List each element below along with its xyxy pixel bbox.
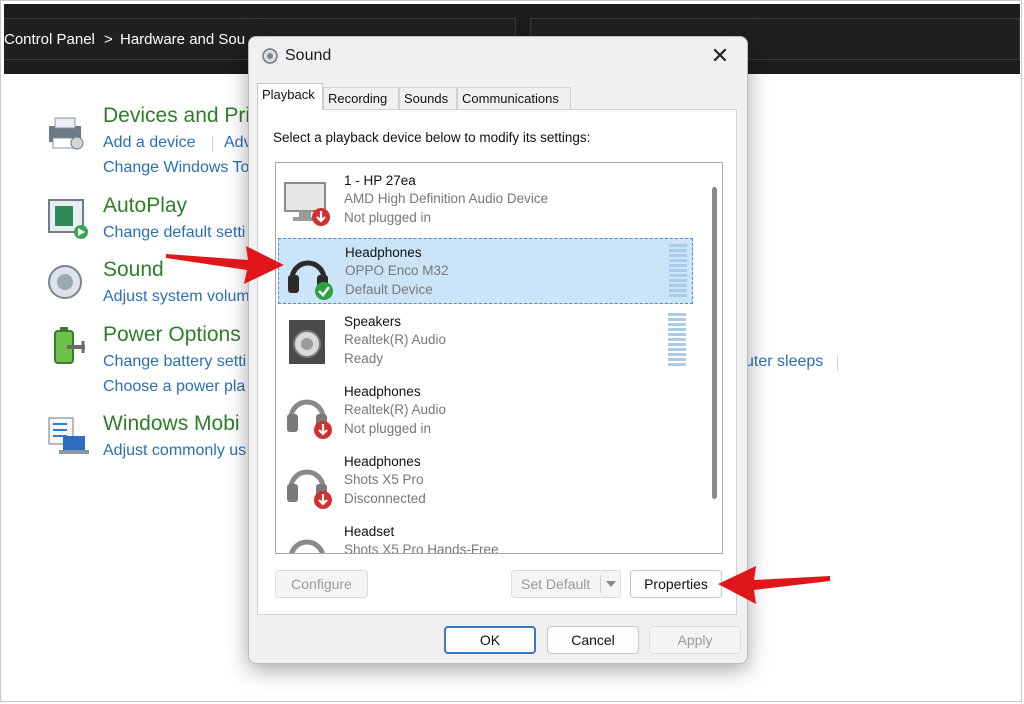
device-status: Default Device bbox=[345, 282, 433, 297]
dialog-title: Sound bbox=[285, 47, 332, 64]
link-change-windows-to[interactable]: Change Windows To bbox=[103, 159, 249, 177]
battery-icon bbox=[54, 327, 85, 364]
link-adjust-system-volume[interactable]: Adjust system volum bbox=[103, 288, 250, 306]
link-change-battery-settings[interactable]: Change battery setti bbox=[103, 353, 246, 371]
instruction-text: Select a playback device below to modify… bbox=[273, 130, 591, 145]
device-status: Not plugged in bbox=[344, 421, 432, 436]
device-list[interactable]: 1 - HP 27ea AMD High Definition Audio De… bbox=[275, 162, 723, 554]
headphones-icon bbox=[288, 260, 333, 300]
configure-button[interactable]: Configure bbox=[275, 570, 368, 598]
list-item[interactable]: Headphones Shots X5 Pro Disconnected bbox=[278, 448, 693, 514]
speaker-icon bbox=[48, 265, 82, 299]
tab-sounds[interactable]: Sounds bbox=[399, 87, 457, 109]
sound-dialog: Sound ✕ Playback Recording Sounds Commun… bbox=[248, 36, 748, 664]
device-driver: Shots X5 Pro Hands-Free bbox=[344, 542, 499, 554]
breadcrumb-hardware-and-sound[interactable]: Hardware and Sou bbox=[120, 31, 245, 48]
chevron-down-icon[interactable] bbox=[606, 581, 616, 587]
mobility-center-icon bbox=[48, 417, 89, 454]
breadcrumb-separator: > bbox=[104, 31, 113, 48]
device-status: Ready bbox=[344, 351, 384, 366]
section-title-power-options[interactable]: Power Options bbox=[103, 323, 241, 347]
headset-icon bbox=[289, 539, 325, 553]
properties-button[interactable]: Properties bbox=[630, 570, 722, 598]
set-default-label: Set Default bbox=[521, 576, 591, 592]
ok-button[interactable]: OK bbox=[444, 626, 536, 654]
apply-button[interactable]: Apply bbox=[649, 626, 741, 654]
tab-communications[interactable]: Communications bbox=[457, 87, 571, 109]
sound-dialog-icon bbox=[262, 48, 278, 64]
device-name: Headphones bbox=[344, 384, 421, 399]
device-driver: Realtek(R) Audio bbox=[344, 402, 447, 417]
headphones-icon bbox=[287, 469, 332, 509]
device-name: Headphones bbox=[344, 454, 421, 469]
device-name: 1 - HP 27ea bbox=[344, 173, 416, 188]
link-add-device[interactable]: Add a device bbox=[103, 134, 196, 152]
device-status: Disconnected bbox=[344, 491, 426, 506]
monitor-icon bbox=[284, 182, 330, 226]
split-divider bbox=[600, 575, 601, 593]
device-driver: OPPO Enco M32 bbox=[345, 263, 449, 278]
device-driver: Shots X5 Pro bbox=[344, 472, 424, 487]
tab-recording[interactable]: Recording bbox=[323, 87, 399, 109]
device-name: Headset bbox=[344, 524, 395, 539]
headphones-icon bbox=[287, 399, 332, 439]
list-item[interactable]: Speakers Realtek(R) Audio Ready bbox=[278, 308, 693, 374]
list-item-selected[interactable]: Headphones OPPO Enco M32 Default Device bbox=[278, 238, 693, 304]
list-item[interactable]: Headphones Realtek(R) Audio Not plugged … bbox=[278, 378, 693, 444]
link-separator bbox=[212, 136, 213, 152]
link-adjust-commonly-used[interactable]: Adjust commonly us bbox=[103, 442, 246, 460]
playback-panel: Select a playback device below to modify… bbox=[257, 109, 737, 615]
device-list-scrollbar[interactable] bbox=[706, 163, 722, 553]
printer-icon bbox=[49, 117, 84, 150]
section-title-autoplay[interactable]: AutoPlay bbox=[103, 194, 187, 218]
annotation-arrow-icon bbox=[718, 566, 830, 604]
device-driver: AMD High Definition Audio Device bbox=[344, 191, 549, 206]
section-title-devices[interactable]: Devices and Pri bbox=[103, 104, 250, 128]
link-computer-sleeps[interactable]: uter sleeps bbox=[745, 353, 823, 371]
list-item[interactable]: 1 - HP 27ea AMD High Definition Audio De… bbox=[278, 167, 693, 233]
device-driver: Realtek(R) Audio bbox=[344, 332, 447, 347]
section-title-sound[interactable]: Sound bbox=[103, 258, 164, 282]
autoplay-icon bbox=[48, 199, 88, 239]
annotation-arrow-icon bbox=[166, 246, 284, 284]
volume-meter bbox=[668, 313, 686, 367]
section-title-windows-mobility[interactable]: Windows Mobi bbox=[103, 412, 240, 436]
breadcrumb-control-panel[interactable]: Control Panel bbox=[4, 31, 95, 48]
close-icon[interactable]: ✕ bbox=[705, 43, 735, 69]
device-name: Headphones bbox=[345, 245, 422, 260]
device-status: Not plugged in bbox=[344, 210, 432, 225]
link-separator bbox=[837, 355, 838, 371]
volume-meter bbox=[669, 244, 687, 298]
tab-playback[interactable]: Playback bbox=[257, 83, 323, 110]
speaker-icon bbox=[289, 320, 325, 364]
device-name: Speakers bbox=[344, 314, 402, 329]
set-default-button[interactable]: Set Default bbox=[511, 570, 621, 598]
list-item[interactable]: Headset Shots X5 Pro Hands-Free bbox=[278, 518, 693, 554]
cancel-button[interactable]: Cancel bbox=[547, 626, 639, 654]
scrollbar-thumb[interactable] bbox=[712, 187, 717, 499]
link-choose-power-plan[interactable]: Choose a power pla bbox=[103, 378, 245, 396]
